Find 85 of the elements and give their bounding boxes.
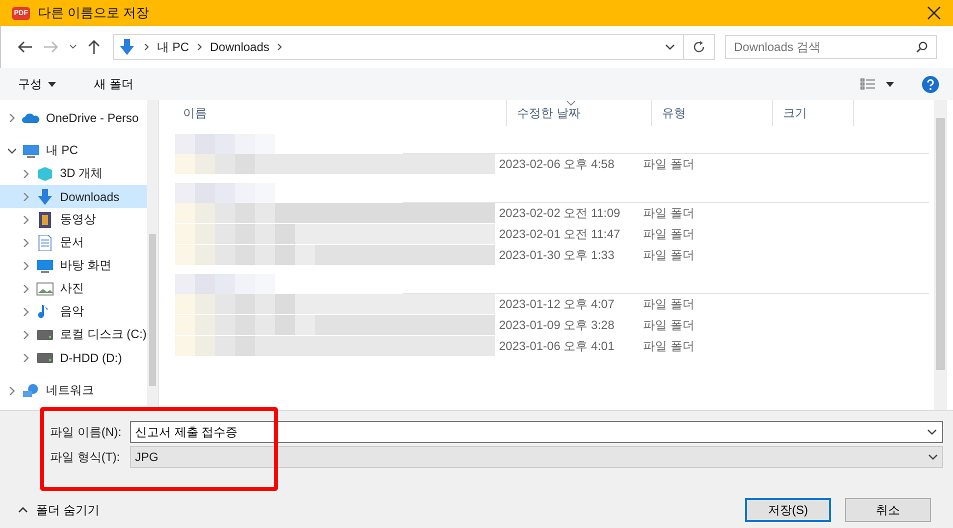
breadcrumb-item[interactable]: 내 PC [157,38,190,56]
up-arrow-icon[interactable] [87,39,101,55]
sidebar-item[interactable]: 사진 [0,277,147,300]
chevron-icon [22,262,30,270]
hide-folders-button[interactable]: 폴더 숨기기 [16,500,102,520]
search-icon [916,41,928,53]
chevron-icon [22,308,30,316]
film-icon [36,212,54,228]
field-label: 파일 이름(N): [50,424,122,440]
table-cell: 파일 폴더 [643,296,694,313]
dropdown-chevron-icon[interactable] [665,44,675,50]
dropdown-chevron-icon[interactable] [927,429,937,435]
dialog-button[interactable]: 취소 [845,498,931,522]
picture-icon [36,280,54,296]
sidebar-item[interactable]: 네트워크 [0,379,147,402]
chevron-icon [22,170,30,178]
table-cell-text: 2023-01-06 오후 4:01 [499,338,616,355]
table-cell-text: 2023-02-06 오후 4:58 [499,156,616,173]
field-label: 파일 형식(T): [50,448,121,466]
table-cell: 파일 폴더 [643,226,694,243]
pc-icon [22,142,40,158]
column-header[interactable]: 크기 [773,100,854,126]
table-cell: 파일 폴더 [643,156,694,173]
address-bar[interactable]: 내 PC Downloads [113,34,715,60]
chevron-icon [8,386,16,394]
help-icon[interactable] [922,76,939,92]
table-cell: 파일 폴더 [643,205,694,222]
toolbar-button[interactable]: 새 폴더 [88,72,140,96]
chevron-icon [8,146,16,154]
table-cell-text: 2023-02-01 오전 11:47 [499,226,622,243]
sidebar-item[interactable]: 음악 [0,300,147,323]
sidebar-item[interactable]: 동영상 [0,208,147,231]
chevron-icon [8,114,16,122]
sidebar-item[interactable]: OneDrive - Perso [0,106,147,129]
chevron-up-icon [18,507,28,513]
sidebar-item[interactable]: D-HDD (D:) [0,346,147,369]
network-icon [22,382,40,398]
chevron-icon [144,43,149,51]
table-cell-text: 2023-01-12 오후 4:07 [499,296,616,313]
table-cell: 파일 폴더 [643,338,694,355]
chevron-icon [197,43,202,51]
chevron-icon [22,330,30,338]
file-type-dropdown[interactable]: JPG [130,446,943,468]
chevron-icon [22,238,30,246]
download-arrow-icon [118,38,136,56]
document-icon [36,234,54,250]
chevron-icon [22,354,30,362]
table-cell-text: 2023-01-30 오후 1:33 [499,247,616,264]
dropdown-chevron-icon [928,454,938,460]
chevron-icon [22,284,30,292]
file-name-field[interactable]: 신고서 제출 접수증 [130,421,943,443]
desktop-icon [36,258,54,274]
breadcrumb-item[interactable]: Downloads [210,40,270,54]
back-arrow-icon[interactable] [17,40,33,54]
table-cell: 파일 폴더 [643,317,694,334]
dialog-button[interactable]: 저장(S) [745,498,831,522]
column-header[interactable]: 수정한 날짜 [507,100,652,126]
search-field[interactable]: Downloads 검색 [725,35,937,59]
download-icon [36,188,54,204]
table-cell-text: 2023-02-02 오전 11:09 [499,205,622,222]
sort-chevron-icon [567,101,575,106]
recent-chevron-icon[interactable] [69,44,77,50]
sidebar-item[interactable]: 3D 개체 [0,162,147,185]
sidebar-item[interactable]: 바탕 화면 [0,254,147,277]
table-cell-text: 2023-01-09 오후 3:28 [499,317,616,334]
cube-icon [36,166,54,182]
refresh-icon[interactable] [693,41,705,53]
window-title: 다른 이름으로 저장 [38,4,150,22]
toolbar-button[interactable]: 구성 [12,72,62,96]
chevron-icon [277,43,282,51]
column-header[interactable]: 이름 [169,100,507,126]
scrollbar[interactable] [146,100,158,410]
chevron-icon [22,192,30,200]
sidebar-item[interactable]: 문서 [0,231,147,254]
table-cell: 파일 폴더 [643,247,694,264]
caret-icon[interactable] [886,82,894,86]
column-header[interactable]: 유형 [652,100,773,126]
view-options-icon[interactable] [860,78,876,90]
sidebar-item[interactable]: 로컬 디스크 (C:) [0,323,147,346]
sidebar-item[interactable]: Downloads [0,185,147,208]
close-icon[interactable] [927,6,941,20]
chevron-icon [22,216,30,224]
sidebar-item[interactable]: 내 PC [0,139,147,162]
caret-icon [48,82,56,86]
scrollbar[interactable] [934,100,947,410]
